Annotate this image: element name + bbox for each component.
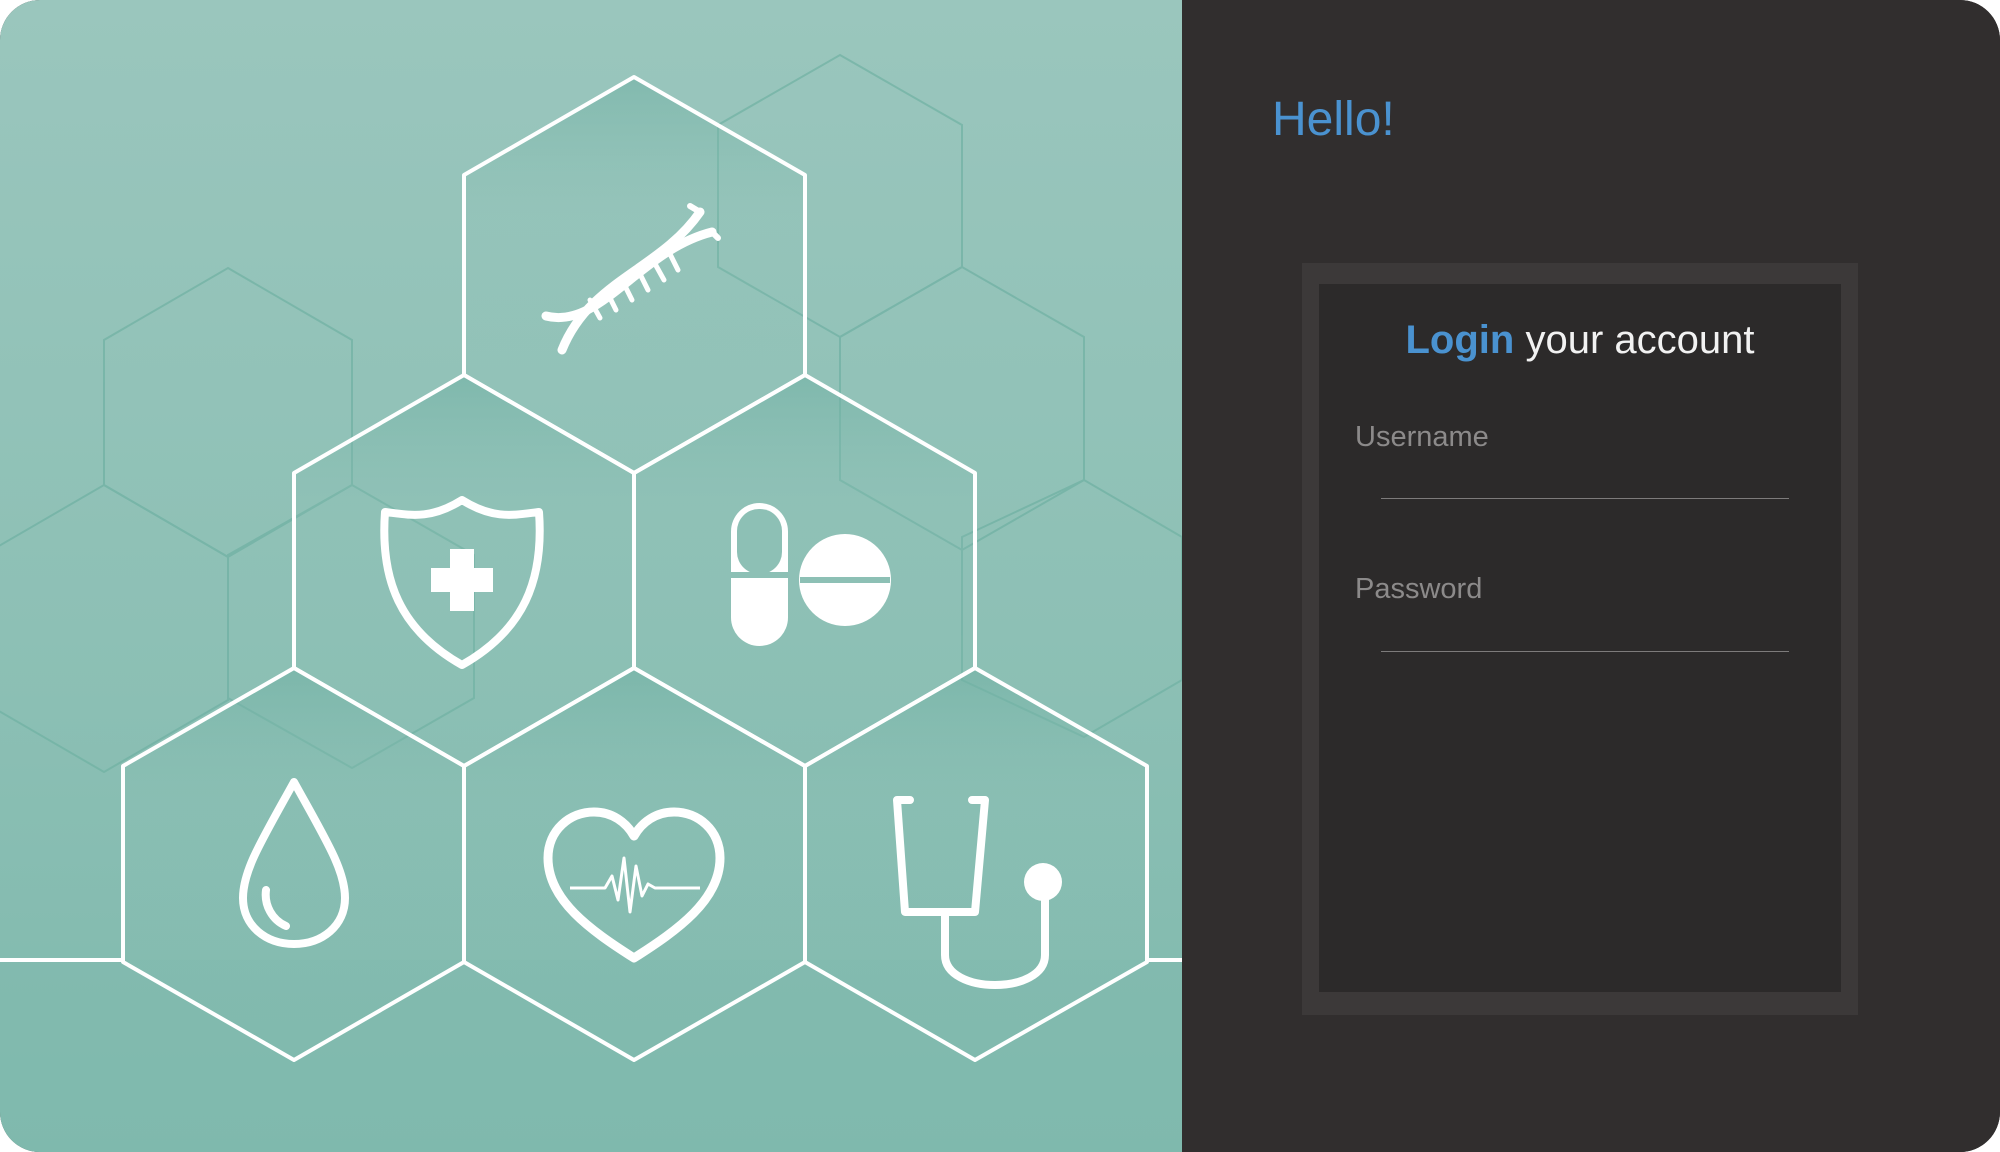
password-input[interactable] — [1381, 611, 1789, 652]
login-title-accent: Login — [1405, 318, 1515, 362]
hexagon-illustration — [0, 53, 1182, 1152]
login-panel: Hello! Login your account Username Passw… — [1182, 0, 2000, 1152]
medical-illustration-panel — [0, 0, 1182, 1152]
login-card: Login your account Username Password — [1319, 284, 1841, 992]
login-title-rest: your account — [1514, 318, 1755, 362]
main-hexagons — [121, 75, 1149, 1062]
username-input[interactable] — [1381, 458, 1789, 499]
password-label: Password — [1355, 573, 1483, 605]
login-title: Login your account — [1319, 318, 1841, 363]
app-window: Hello! Login your account Username Passw… — [0, 0, 2000, 1152]
greeting-heading: Hello! — [1272, 93, 1395, 146]
username-label: Username — [1355, 421, 1489, 453]
